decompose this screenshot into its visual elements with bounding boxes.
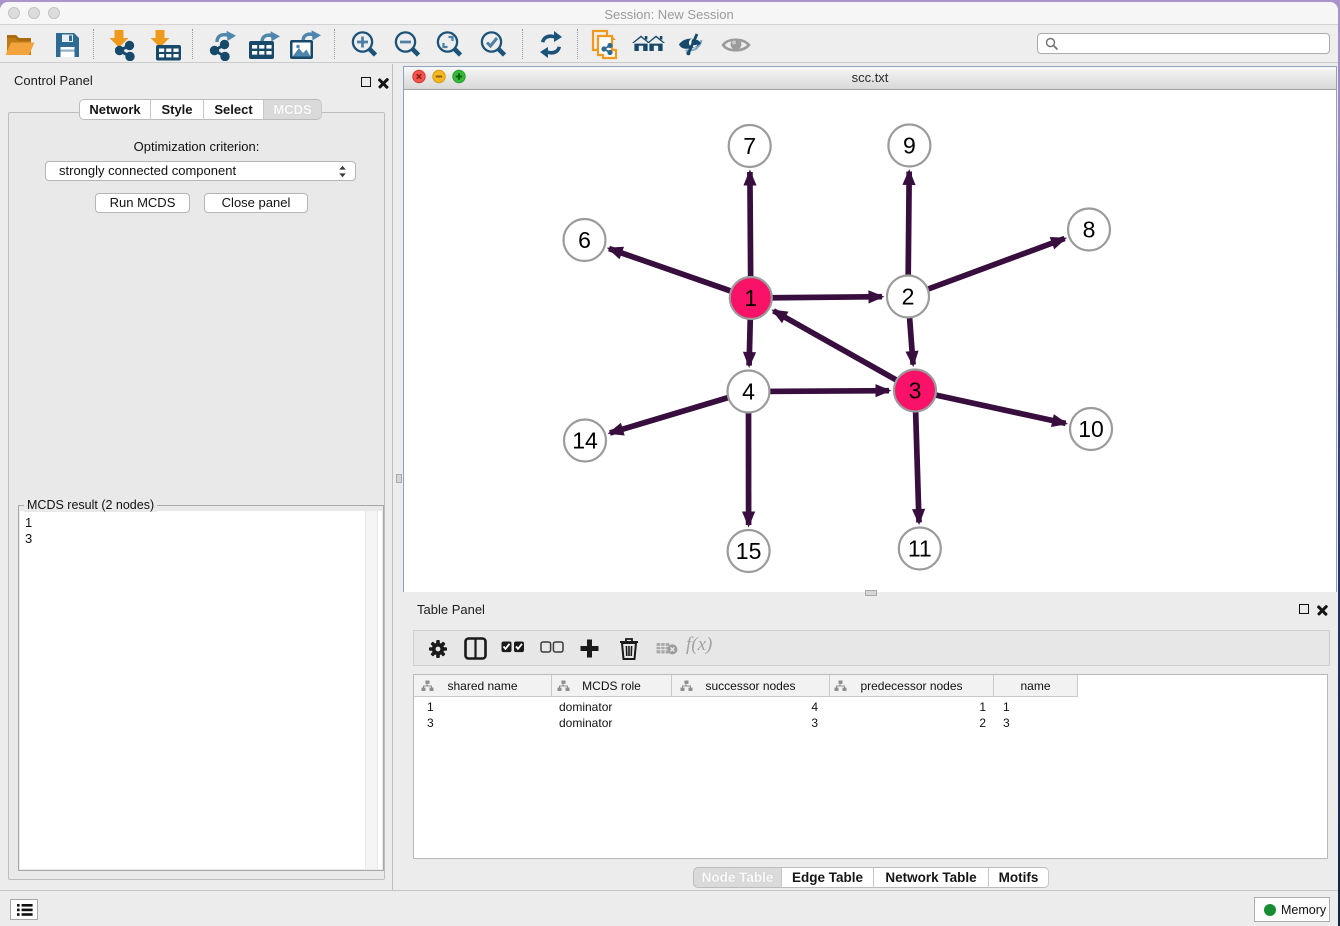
svg-text:8: 8 [1083, 217, 1096, 243]
svg-text:10: 10 [1078, 416, 1104, 442]
svg-text:14: 14 [572, 428, 598, 454]
svg-text:3: 3 [909, 378, 922, 404]
svg-text:4: 4 [742, 379, 755, 405]
svg-text:1: 1 [744, 285, 757, 311]
svg-text:11: 11 [908, 536, 932, 562]
svg-text:2: 2 [902, 284, 915, 310]
svg-text:9: 9 [903, 133, 916, 159]
svg-text:15: 15 [736, 538, 762, 564]
svg-text:7: 7 [743, 133, 756, 159]
svg-text:6: 6 [578, 227, 591, 253]
